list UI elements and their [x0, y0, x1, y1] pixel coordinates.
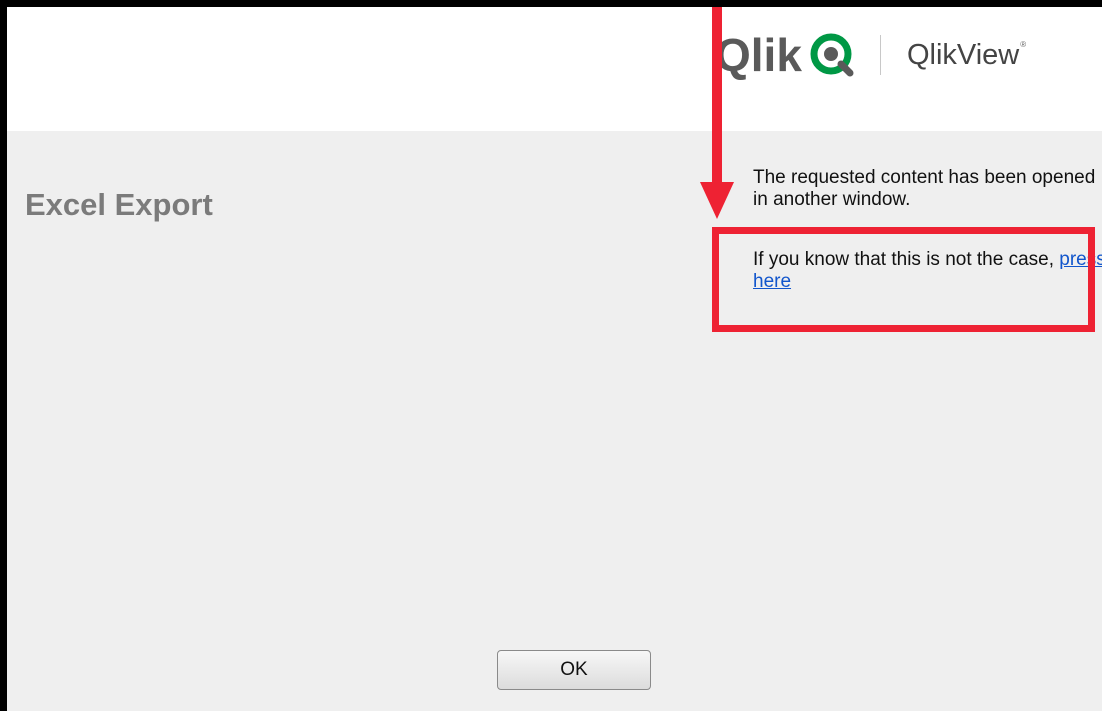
qlik-logo-text: Qlik	[715, 29, 802, 81]
ok-button[interactable]: OK	[497, 650, 651, 690]
message-opened-text: The requested content has been opened in…	[753, 167, 1096, 210]
product-name: QlikView®	[906, 38, 1027, 71]
brand-logo: Qlik QlikView®	[715, 25, 1026, 85]
dialog-title: Excel Export	[25, 187, 213, 222]
dialog-body: Excel Export The requested content has b…	[7, 131, 1102, 711]
trademark-mark: ®	[1020, 39, 1027, 49]
qlik-logo-icon	[810, 33, 854, 77]
message-fallback-text: If you know that this is not the case,	[753, 249, 1054, 270]
export-dialog-window: Qlik QlikView® Excel Export The requeste…	[0, 0, 1102, 711]
header-bar: Qlik QlikView®	[7, 7, 1102, 131]
logo-divider	[879, 35, 881, 75]
message-fallback: If you know that this is not the case, p…	[753, 249, 1102, 293]
